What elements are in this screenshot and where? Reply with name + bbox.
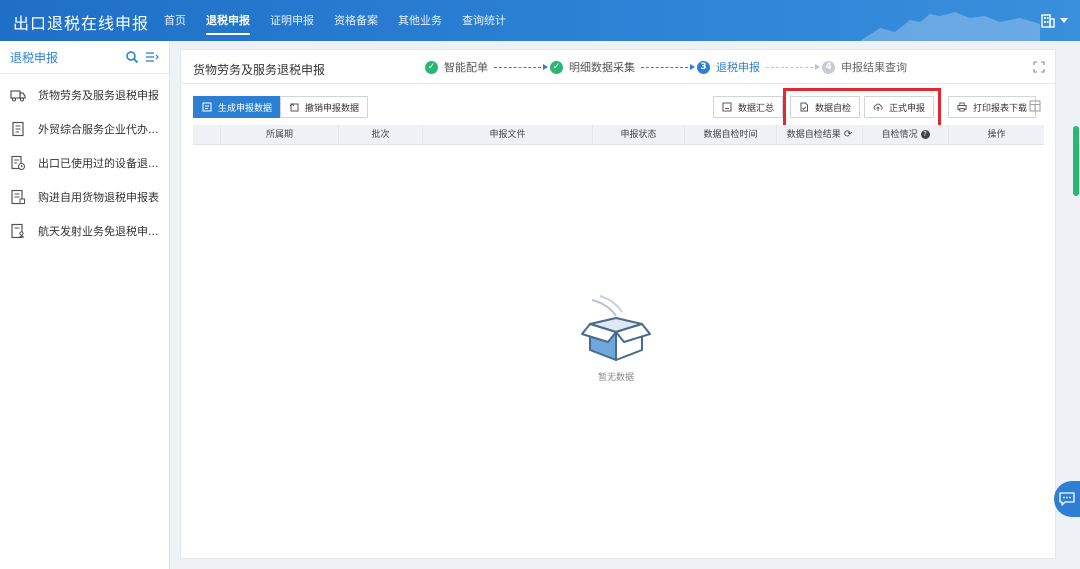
steps-bar: 货物劳务及服务退税申报 ✓ 智能配单 ✓ 明细数据采集 3 退税申报 4 申报结…	[181, 50, 1055, 84]
table-header-cell: 操作	[987, 129, 1006, 140]
table-header-cell-check-status: 自检情况 ?	[863, 125, 949, 144]
step-number: 3	[697, 60, 710, 74]
check-icon: ✓	[425, 60, 438, 74]
sidebar-item-label: 购进自用货物退税申报表	[38, 191, 159, 204]
nav-tax-refund[interactable]: 退税申报	[196, 0, 260, 41]
sidebar-item-label: 出口已使用过的设备退...	[38, 157, 159, 170]
nav-other[interactable]: 其他业务	[388, 0, 452, 41]
printer-icon	[957, 102, 967, 112]
building-icon[interactable]	[1040, 12, 1056, 28]
sidebar-item-label: 外贸综合服务企业代办...	[38, 123, 159, 136]
button-label: 打印报表下载	[973, 103, 1028, 114]
search-icon[interactable]	[125, 50, 139, 64]
generate-data-button[interactable]: 生成申报数据	[193, 96, 282, 118]
document-clock-icon	[11, 155, 26, 171]
step-arrow	[766, 63, 820, 70]
chat-button[interactable]	[1054, 481, 1080, 517]
sidebar-item-aerospace[interactable]: 航天发射业务免退税申...	[0, 214, 169, 248]
help-icon[interactable]: ?	[920, 130, 930, 139]
app-title: 出口退税在线申报	[13, 14, 150, 33]
data-summary-button[interactable]: 数据汇总	[713, 96, 784, 118]
summary-icon	[722, 102, 732, 112]
check-icon: ✓	[550, 60, 563, 74]
table-header-cell: 批次	[339, 125, 423, 144]
document-person-icon	[11, 223, 25, 239]
nav-statistics[interactable]: 查询统计	[452, 0, 516, 41]
empty-text: 暂无数据	[597, 373, 634, 383]
highlight-annotation	[783, 88, 941, 128]
nav-certificate[interactable]: 证明申报	[260, 0, 324, 41]
generate-icon	[202, 102, 212, 112]
sidebar-header: 退税申报	[0, 41, 169, 74]
nav-home[interactable]: 首页	[154, 0, 196, 41]
table-header-cell: 申报文件	[423, 125, 593, 144]
sidebar-item-label: 航天发射业务免退税申...	[38, 225, 159, 238]
top-bar: 出口退税在线申报 首页 退税申报 证明申报 资格备案 其他业务 查询统计	[0, 0, 1080, 41]
step-result-query[interactable]: 4 申报结果查询	[822, 59, 907, 75]
great-wall-decoration	[860, 12, 1040, 41]
step-detail-collection[interactable]: ✓ 明细数据采集	[550, 59, 635, 75]
empty-box-icon	[581, 295, 651, 361]
revoke-icon	[289, 103, 299, 112]
chevron-down-icon[interactable]	[1060, 18, 1068, 23]
truck-icon	[10, 90, 26, 102]
table-header-cell: 所属期	[221, 125, 339, 144]
collapse-menu-icon[interactable]	[145, 50, 159, 64]
step-arrow	[494, 63, 548, 70]
sidebar-item-label: 货物劳务及服务退税申报	[38, 89, 159, 102]
sidebar-item-goods-refund[interactable]: 货物劳务及服务退税申报	[0, 78, 169, 112]
step-label: 退税申报	[716, 61, 760, 74]
empty-state: 暂无数据	[571, 290, 661, 383]
step-label: 明细数据采集	[569, 61, 635, 74]
sidebar-item-foreign-trade[interactable]: 外贸综合服务企业代办...	[0, 112, 169, 146]
step-arrow	[641, 63, 695, 70]
progress-steps: ✓ 智能配单 ✓ 明细数据采集 3 退税申报 4 申报结果查询	[425, 59, 907, 75]
step-refund-declare[interactable]: 3 退税申报	[697, 59, 760, 75]
main-nav: 首页 退税申报 证明申报 资格备案 其他业务 查询统计	[154, 0, 516, 41]
sidebar-title: 退税申报	[10, 50, 59, 65]
button-label: 数据汇总	[738, 103, 775, 114]
revoke-data-button[interactable]: 撤销申报数据	[280, 96, 369, 118]
table-header-cell: 数据自检时间	[685, 125, 777, 144]
table-header-cell-check-result[interactable]: 数据自检结果 ⟳	[777, 125, 863, 144]
sidebar-item-self-use-goods[interactable]: 购进自用货物退税申报表	[0, 180, 169, 214]
fullscreen-icon[interactable]	[1033, 61, 1045, 73]
scrollbar-thumb[interactable]	[1073, 126, 1079, 196]
step-number: 4	[822, 60, 835, 74]
sidebar-item-used-equipment[interactable]: 出口已使用过的设备退...	[0, 146, 169, 180]
print-download-button[interactable]: 打印报表下载	[948, 96, 1037, 118]
main-panel: 货物劳务及服务退税申报 ✓ 智能配单 ✓ 明细数据采集 3 退税申报 4 申报结…	[180, 49, 1056, 559]
document-icon	[12, 121, 24, 137]
table-header-cell: 申报状态	[593, 125, 685, 144]
button-label: 撤销申报数据	[305, 103, 360, 114]
step-label: 智能配单	[444, 61, 488, 74]
document-list-icon	[11, 189, 25, 205]
nav-qualification[interactable]: 资格备案	[324, 0, 388, 41]
table-header-label: 数据自检结果	[786, 129, 841, 140]
step-smart-match[interactable]: ✓ 智能配单	[425, 59, 488, 75]
page-title: 货物劳务及服务退税申报	[193, 63, 326, 77]
chat-icon	[1059, 492, 1075, 506]
sidebar: 退税申报 货物劳务及服务退税申报 外贸综合服务企业代办... 出口已使用过的设备…	[0, 41, 170, 569]
table-header-label: 自检情况	[881, 129, 918, 140]
table-header-cell	[193, 125, 221, 144]
table-header: 所属期 批次 申报文件 申报状态 数据自检时间 数据自检结果 ⟳ 自检情况 ? …	[193, 125, 1044, 145]
button-label: 生成申报数据	[218, 103, 273, 114]
refresh-icon[interactable]: ⟳	[844, 125, 852, 145]
step-label: 申报结果查询	[841, 61, 907, 74]
column-settings-icon[interactable]	[1029, 100, 1041, 112]
